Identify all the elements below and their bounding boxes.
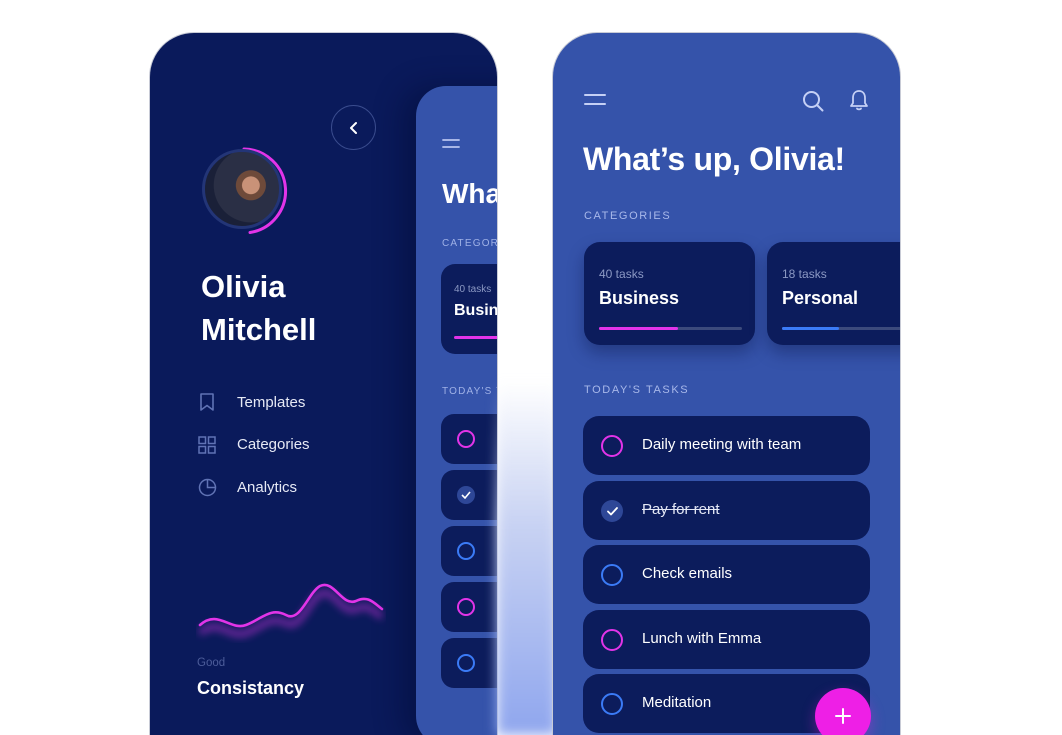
categories-label: CATEGORIES — [584, 210, 672, 222]
progress-bar — [599, 327, 742, 330]
avatar[interactable] — [198, 145, 290, 237]
drawer-menu: Templates Categories Analytics — [197, 381, 310, 509]
mini-greeting: What — [442, 178, 497, 209]
grid-icon — [197, 435, 217, 455]
consistency-chart — [197, 583, 385, 638]
task-checkbox-checked[interactable] — [601, 500, 623, 522]
page-title: What’s up, Olivia! — [583, 141, 845, 177]
mini-today-label: TODAY'S TA — [442, 386, 497, 397]
mini-task — [441, 470, 497, 520]
consistency-title: Consistancy — [197, 678, 305, 698]
user-photo — [202, 149, 282, 229]
today-tasks-label: TODAY'S TASKS — [584, 384, 690, 396]
profile-name: Olivia Mitchell — [201, 269, 317, 347]
mini-home-screen[interactable]: What CATEGOR 40 tasks Busin TODAY'S TA — [416, 86, 497, 735]
drawer-screen: Olivia Mitchell Templates Categories Ana… — [150, 33, 497, 735]
mini-category-card: 40 tasks Busin — [441, 264, 497, 354]
menu-item-templates[interactable]: Templates — [197, 381, 310, 424]
task-checkbox[interactable] — [601, 564, 623, 586]
bookmark-icon — [197, 392, 217, 412]
task-item[interactable]: Pay for rent — [583, 481, 870, 540]
pie-chart-icon — [197, 477, 217, 497]
check-icon — [606, 506, 618, 515]
menu-icon[interactable] — [584, 93, 606, 107]
category-card-business[interactable]: 40 tasks Business — [584, 242, 755, 345]
task-checkbox[interactable] — [601, 435, 623, 457]
menu-item-categories[interactable]: Categories — [197, 424, 310, 467]
plus-icon — [835, 708, 851, 724]
menu-icon — [442, 139, 460, 148]
consistency-caption: Good — [197, 657, 226, 669]
add-task-button[interactable] — [815, 688, 871, 735]
task-item[interactable]: Daily meeting with team — [583, 416, 870, 475]
chevron-left-icon — [349, 121, 357, 134]
task-checkbox[interactable] — [601, 693, 623, 715]
category-card-personal[interactable]: 18 tasks Personal — [767, 242, 900, 345]
mini-task — [441, 414, 497, 464]
mini-task — [441, 582, 497, 632]
progress-bar — [782, 327, 900, 330]
task-checkbox[interactable] — [601, 629, 623, 651]
mini-task — [441, 638, 497, 688]
search-icon[interactable] — [802, 90, 824, 112]
home-screen: What’s up, Olivia! CATEGORIES 40 tasks B… — [553, 33, 900, 735]
notification-bell-icon[interactable] — [849, 89, 869, 111]
back-button[interactable] — [331, 105, 376, 150]
task-item[interactable]: Lunch with Emma — [583, 610, 870, 669]
menu-item-analytics[interactable]: Analytics — [197, 466, 310, 509]
mini-categories-label: CATEGOR — [442, 238, 497, 249]
mini-task — [441, 526, 497, 576]
task-item[interactable]: Check emails — [583, 545, 870, 604]
check-icon — [461, 491, 471, 499]
blur-seam — [497, 380, 557, 735]
